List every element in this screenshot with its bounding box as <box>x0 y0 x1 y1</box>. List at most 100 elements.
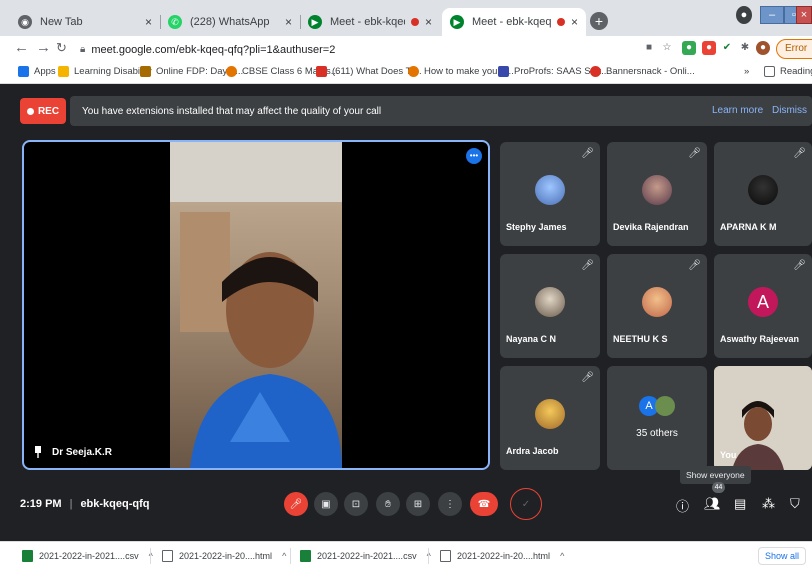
meeting-separator: | <box>69 498 73 510</box>
download-filename: 2021-2022-in-20....html <box>179 551 273 561</box>
avatar <box>535 287 565 317</box>
close-icon[interactable]: × <box>145 15 152 29</box>
tab-meet-1[interactable]: ▶ Meet - ebk-kqeq-qfq × <box>300 8 440 36</box>
participant-tile[interactable]: 🎤︎ A Aswathy Rajeevan <box>714 254 812 358</box>
others-count-label: 35 others <box>636 428 678 439</box>
download-item[interactable]: 2021-2022-in-2021....csv ^ <box>22 550 153 562</box>
close-icon[interactable]: × <box>571 15 578 29</box>
bookmark-label: Apps <box>34 66 56 77</box>
close-window-button[interactable]: × <box>796 6 812 24</box>
people-icon[interactable]: 👥︎ <box>704 496 721 512</box>
host-controls-icon[interactable]: ⛉ <box>790 496 800 512</box>
dismiss-button[interactable]: Dismiss <box>772 96 807 126</box>
bookmark-item[interactable]: Bannersnack - Onli... <box>590 66 695 77</box>
learn-more-link[interactable]: Learn more <box>712 96 763 126</box>
mic-off-icon: 🎤︎ <box>581 148 594 159</box>
bookmark-favicon-icon <box>590 66 601 77</box>
show-all-button[interactable]: Show all <box>758 547 807 565</box>
leave-call-button[interactable]: ☎ <box>470 492 498 516</box>
participant-name: Aswathy Rajeevan <box>720 334 800 344</box>
participant-tile[interactable]: 🎤︎ APARNA K M <box>714 142 812 246</box>
download-divider <box>150 548 151 564</box>
recording-badge: REC <box>20 98 66 124</box>
profile-icon[interactable]: ● <box>736 6 752 24</box>
bookmark-item[interactable]: (611) What Does Tr... <box>316 66 422 77</box>
camera-button[interactable]: ▣ <box>314 492 338 516</box>
reading-list[interactable]: Reading list <box>764 66 812 77</box>
minimize-button[interactable]: – <box>760 6 784 24</box>
apps-grid-icon <box>18 66 29 77</box>
reload-icon[interactable]: ↻ <box>56 40 67 56</box>
participant-tile[interactable]: 🎤︎ Stephy James <box>500 142 600 246</box>
participant-name: Devika Rajendran <box>613 222 689 232</box>
tab-meet-2[interactable]: ▶ Meet - ebk-kqeq-qfq × <box>442 8 586 36</box>
captions-button[interactable]: ⊡ <box>344 492 368 516</box>
check-button[interactable]: ✓ <box>510 488 542 520</box>
avatar[interactable]: ● <box>756 41 770 55</box>
download-item[interactable]: 2021-2022-in-20....html ^ <box>162 550 286 562</box>
back-arrow-icon[interactable]: ← <box>14 39 29 56</box>
bookmarks-overflow[interactable]: » <box>744 66 749 77</box>
participant-tile[interactable]: 🎤︎ NEETHU K S <box>607 254 707 358</box>
whatsapp-icon: ✆ <box>168 15 182 29</box>
csv-file-icon <box>22 550 33 562</box>
bookmark-favicon-icon <box>58 66 69 77</box>
participant-tile[interactable]: 🎤︎ Nayana C N <box>500 254 600 358</box>
self-tile[interactable]: 🎤︎ You <box>714 366 812 470</box>
youtube-icon <box>316 66 327 77</box>
others-tile[interactable]: A 35 others <box>607 366 707 470</box>
tab-new-tab[interactable]: ◉ New Tab × <box>10 8 160 36</box>
bookmark-label: Bannersnack - Onli... <box>606 66 695 77</box>
new-tab-button[interactable]: + <box>590 12 608 30</box>
csv-file-icon <box>300 550 311 562</box>
captions-icon: ⊡ <box>351 498 361 510</box>
chevron-up-icon[interactable]: ^ <box>560 551 564 561</box>
speaker-figure-icon <box>170 142 342 468</box>
participant-name: You <box>720 450 737 460</box>
participant-tile[interactable]: 🎤︎ Devika Rajendran <box>607 142 707 246</box>
camera-icon[interactable]: ■ <box>642 41 656 55</box>
forward-arrow-icon[interactable]: → <box>36 39 51 56</box>
tab-strip: ◉ New Tab × ✆ (228) WhatsApp × ▶ Meet - … <box>0 0 812 36</box>
info-icon[interactable]: ⓘ <box>676 496 689 515</box>
bookmark-apps[interactable]: Apps <box>18 66 56 77</box>
close-icon[interactable]: × <box>425 15 432 29</box>
address-bar[interactable]: 🔒︎ meet.google.com/ebk-kqeq-qfq?pli=1&au… <box>80 40 680 59</box>
extension-icon[interactable]: ● <box>702 41 716 55</box>
mic-off-button[interactable]: 🎤︎ <box>284 492 308 516</box>
check-icon[interactable]: ✔ <box>720 41 734 55</box>
camera-icon: ▣ <box>321 498 331 510</box>
more-options-button[interactable]: ⋮ <box>438 492 462 516</box>
mic-off-icon: 🎤︎ <box>688 260 701 271</box>
mic-off-icon: 🎤︎ <box>581 372 594 383</box>
speaking-indicator-icon: ••• <box>466 148 482 164</box>
meeting-time: 2:19 PM <box>20 498 62 510</box>
tab-label: New Tab <box>40 16 83 28</box>
download-divider <box>428 548 429 564</box>
html-file-icon <box>162 550 173 562</box>
call-controls-bar: 2:19 PM | ebk-kqeq-qfq 🎤︎ ▣ ⊡ ✋︎ ⊞ ⋮ ☎ ✓… <box>0 482 812 532</box>
bookmark-item[interactable]: Learning Disability <box>58 66 152 77</box>
download-item[interactable]: 2021-2022-in-2021....csv ^ <box>300 550 431 562</box>
extension-icon[interactable]: ● <box>682 41 696 55</box>
main-speaker-tile[interactable]: ••• Dr Seeja.K.R <box>22 140 490 470</box>
check-icon: ✓ <box>521 498 531 510</box>
present-button[interactable]: ⊞ <box>406 492 430 516</box>
people-count-badge: 44 <box>712 482 725 493</box>
activities-icon[interactable]: ⁂ <box>762 496 775 512</box>
download-item[interactable]: 2021-2022-in-20....html ^ <box>440 550 564 562</box>
star-icon[interactable]: ☆ <box>660 41 674 55</box>
participant-tile[interactable]: 🎤︎ Ardra Jacob <box>500 366 600 470</box>
puzzle-icon[interactable]: ✱ <box>738 41 752 55</box>
tab-whatsapp[interactable]: ✆ (228) WhatsApp × <box>160 8 300 36</box>
close-icon[interactable]: × <box>285 15 292 29</box>
error-button[interactable]: Error <box>776 39 812 59</box>
tab-label: Meet - ebk-kqeq-qfq <box>472 16 551 28</box>
download-divider <box>290 548 291 564</box>
mic-off-icon: 🎤︎ <box>793 260 806 271</box>
chevron-up-icon[interactable]: ^ <box>282 551 286 561</box>
speaker-name-label: Dr Seeja.K.R <box>52 446 113 458</box>
raise-hand-button[interactable]: ✋︎ <box>376 492 400 516</box>
meeting-code: ebk-kqeq-qfq <box>80 498 150 510</box>
chat-icon[interactable]: ▤ <box>734 496 746 512</box>
